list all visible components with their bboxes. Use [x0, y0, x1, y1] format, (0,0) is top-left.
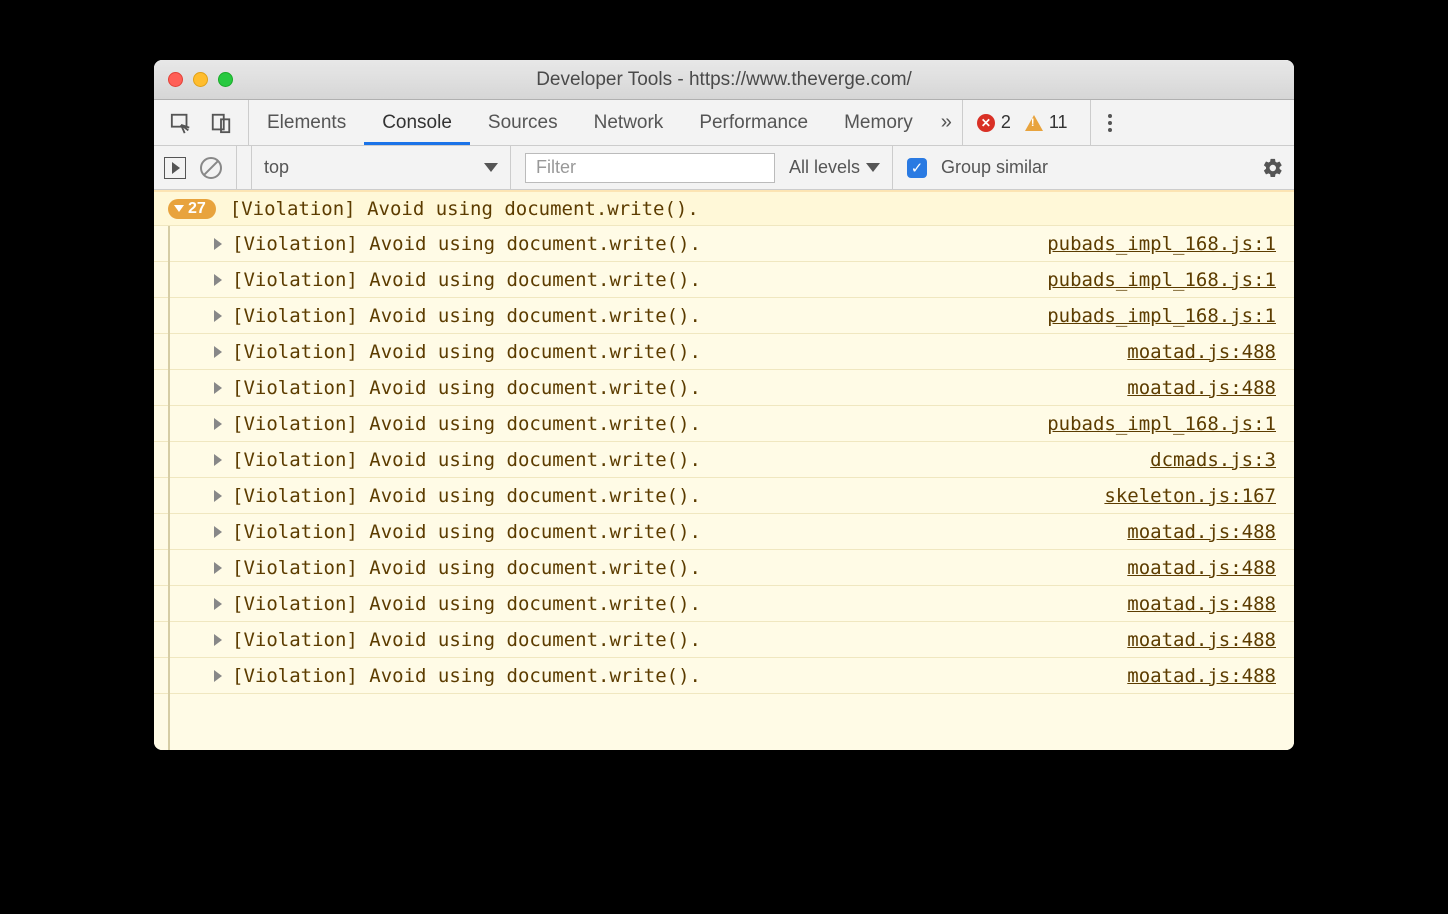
group-count-pill: 27	[168, 199, 216, 219]
devtools-window: Developer Tools - https://www.theverge.c…	[154, 60, 1294, 750]
filter-input[interactable]: Filter	[525, 153, 775, 183]
inspect-element-icon[interactable]	[170, 112, 192, 134]
console-message-row[interactable]: [Violation] Avoid using document.write()…	[154, 514, 1294, 550]
console-message-row[interactable]: [Violation] Avoid using document.write()…	[154, 406, 1294, 442]
error-badge-icon: ✕	[977, 114, 995, 132]
status-counters[interactable]: ✕ 2 11	[962, 100, 1090, 145]
group-similar-checkbox[interactable]: ✓	[907, 158, 927, 178]
disclosure-triangle-icon[interactable]	[214, 598, 222, 610]
message-text: [Violation] Avoid using document.write()…	[232, 377, 1127, 399]
group-similar-label: Group similar	[941, 157, 1048, 178]
source-link[interactable]: pubads_impl_168.js:1	[1047, 269, 1276, 291]
warning-count: 11	[1049, 112, 1068, 133]
tab-memory[interactable]: Memory	[826, 100, 931, 145]
zoom-window-button[interactable]	[218, 72, 233, 87]
console-settings-icon[interactable]	[1262, 157, 1284, 179]
group-count: 27	[188, 200, 206, 218]
tab-sources[interactable]: Sources	[470, 100, 576, 145]
warning-badge-icon	[1025, 115, 1043, 131]
console-message-row[interactable]: [Violation] Avoid using document.write()…	[154, 334, 1294, 370]
source-link[interactable]: pubads_impl_168.js:1	[1047, 413, 1276, 435]
window-title: Developer Tools - https://www.theverge.c…	[154, 69, 1294, 91]
clear-console-icon[interactable]	[200, 157, 222, 179]
disclosure-triangle-icon[interactable]	[214, 274, 222, 286]
source-link[interactable]: skeleton.js:167	[1104, 485, 1276, 507]
traffic-lights	[154, 72, 233, 87]
log-levels-select[interactable]: All levels	[789, 146, 893, 189]
message-text: [Violation] Avoid using document.write()…	[232, 305, 1047, 327]
message-text: [Violation] Avoid using document.write()…	[232, 557, 1127, 579]
console-messages[interactable]: 27 [Violation] Avoid using document.writ…	[154, 190, 1294, 750]
close-window-button[interactable]	[168, 72, 183, 87]
console-message-row[interactable]: [Violation] Avoid using document.write()…	[154, 298, 1294, 334]
console-message-row[interactable]: [Violation] Avoid using document.write()…	[154, 658, 1294, 694]
console-message-row[interactable]: [Violation] Avoid using document.write()…	[154, 442, 1294, 478]
tab-console[interactable]: Console	[364, 100, 470, 145]
console-message-row[interactable]: [Violation] Avoid using document.write()…	[154, 586, 1294, 622]
disclosure-triangle-icon[interactable]	[214, 382, 222, 394]
tab-elements[interactable]: Elements	[249, 100, 364, 145]
source-link[interactable]: moatad.js:488	[1127, 377, 1276, 399]
tab-network[interactable]: Network	[576, 100, 682, 145]
message-text: [Violation] Avoid using document.write()…	[232, 485, 1104, 507]
titlebar[interactable]: Developer Tools - https://www.theverge.c…	[154, 60, 1294, 100]
disclosure-triangle-icon[interactable]	[214, 238, 222, 250]
group-gutter	[168, 226, 170, 750]
console-message-row[interactable]: [Violation] Avoid using document.write()…	[154, 550, 1294, 586]
disclosure-triangle-icon[interactable]	[214, 526, 222, 538]
devtools-tabbar: ElementsConsoleSourcesNetworkPerformance…	[154, 100, 1294, 146]
toggle-console-drawer-icon[interactable]	[164, 157, 186, 179]
message-text: [Violation] Avoid using document.write()…	[232, 665, 1127, 687]
disclosure-triangle-icon[interactable]	[214, 562, 222, 574]
disclosure-triangle-icon[interactable]	[214, 634, 222, 646]
message-text: [Violation] Avoid using document.write()…	[232, 521, 1127, 543]
devtools-menu-button[interactable]	[1090, 100, 1130, 145]
console-message-row[interactable]: [Violation] Avoid using document.write()…	[154, 226, 1294, 262]
source-link[interactable]: dcmads.js:3	[1150, 449, 1276, 471]
source-link[interactable]: moatad.js:488	[1127, 629, 1276, 651]
console-message-row[interactable]: [Violation] Avoid using document.write()…	[154, 478, 1294, 514]
disclosure-triangle-icon[interactable]	[214, 310, 222, 322]
message-text: [Violation] Avoid using document.write()…	[232, 629, 1127, 651]
disclosure-triangle-icon[interactable]	[214, 454, 222, 466]
message-text: [Violation] Avoid using document.write()…	[232, 341, 1127, 363]
console-toolbar: top Filter All levels ✓ Group similar	[154, 146, 1294, 190]
source-link[interactable]: moatad.js:488	[1127, 593, 1276, 615]
message-text: [Violation] Avoid using document.write()…	[232, 593, 1127, 615]
violation-group-header[interactable]: 27 [Violation] Avoid using document.writ…	[154, 190, 1294, 226]
disclosure-triangle-icon[interactable]	[214, 670, 222, 682]
source-link[interactable]: moatad.js:488	[1127, 341, 1276, 363]
minimize-window-button[interactable]	[193, 72, 208, 87]
console-message-row[interactable]: [Violation] Avoid using document.write()…	[154, 622, 1294, 658]
disclosure-triangle-icon[interactable]	[214, 346, 222, 358]
tab-performance[interactable]: Performance	[681, 100, 826, 145]
message-text: [Violation] Avoid using document.write()…	[232, 449, 1150, 471]
console-message-row[interactable]: [Violation] Avoid using document.write()…	[154, 262, 1294, 298]
source-link[interactable]: moatad.js:488	[1127, 521, 1276, 543]
source-link[interactable]: moatad.js:488	[1127, 557, 1276, 579]
source-link[interactable]: pubads_impl_168.js:1	[1047, 305, 1276, 327]
message-text: [Violation] Avoid using document.write()…	[232, 413, 1047, 435]
message-text: [Violation] Avoid using document.write()…	[232, 233, 1047, 255]
console-message-row[interactable]: [Violation] Avoid using document.write()…	[154, 370, 1294, 406]
message-text: [Violation] Avoid using document.write()…	[232, 269, 1047, 291]
group-message: [Violation] Avoid using document.write()…	[230, 198, 1276, 220]
context-label: top	[264, 157, 289, 178]
disclosure-triangle-icon[interactable]	[214, 418, 222, 430]
chevron-down-icon	[866, 163, 880, 172]
more-tabs-icon[interactable]: »	[931, 111, 962, 134]
chevron-down-icon	[174, 205, 184, 212]
error-count: 2	[1001, 112, 1011, 133]
levels-label: All levels	[789, 157, 860, 178]
source-link[interactable]: moatad.js:488	[1127, 665, 1276, 687]
execution-context-select[interactable]: top	[251, 146, 511, 189]
source-link[interactable]: pubads_impl_168.js:1	[1047, 233, 1276, 255]
disclosure-triangle-icon[interactable]	[214, 490, 222, 502]
chevron-down-icon	[484, 163, 498, 172]
device-toggle-icon[interactable]	[210, 112, 232, 134]
